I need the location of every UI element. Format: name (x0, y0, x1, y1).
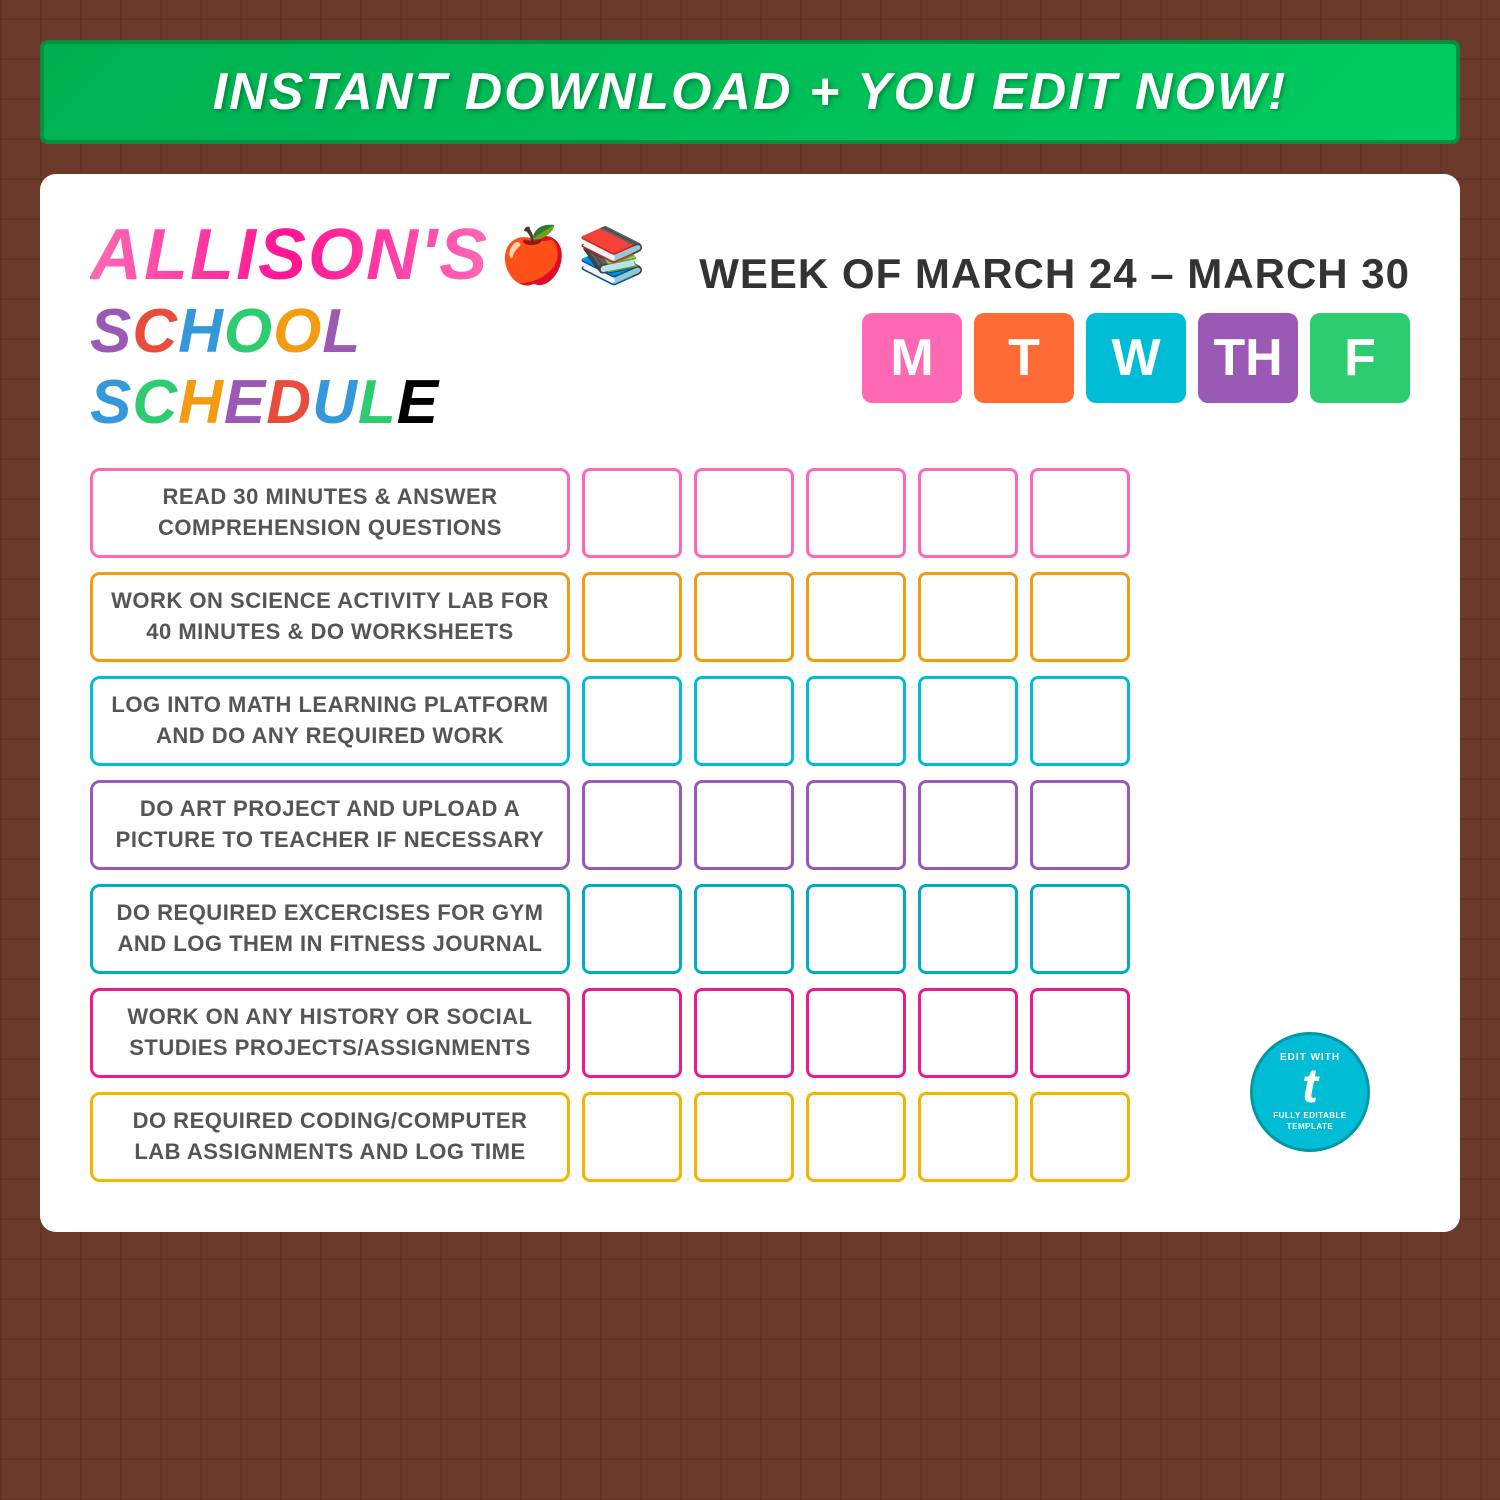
checkbox-6-fri[interactable] (1030, 988, 1130, 1078)
schedule-row-2: WORK ON SCIENCE ACTIVITY LAB FOR 40 MINU… (90, 572, 1410, 662)
schedule-row-4: DO ART PROJECT AND UPLOAD A PICTURE TO T… (90, 780, 1410, 870)
checkbox-2-thu[interactable] (918, 572, 1018, 662)
school-schedule-title: SCHOOL SCHEDULE (90, 296, 699, 438)
task-label-4: DO ART PROJECT AND UPLOAD A PICTURE TO T… (90, 780, 570, 870)
day-monday: M (862, 313, 962, 403)
checkbox-5-tue[interactable] (694, 884, 794, 974)
schedule-grid: READ 30 MINUTES & ANSWER COMPREHENSION Q… (90, 468, 1410, 1182)
checkbox-7-wed[interactable] (806, 1092, 906, 1182)
checkbox-5-thu[interactable] (918, 884, 1018, 974)
checkbox-2-wed[interactable] (806, 572, 906, 662)
templett-badge: EDIT WITH t FULLY EDITABLETEMPLATE (1250, 1032, 1370, 1152)
checkbox-3-fri[interactable] (1030, 676, 1130, 766)
checkbox-1-fri[interactable] (1030, 468, 1130, 558)
checkboxes-2 (582, 572, 1410, 662)
day-headers: M T W TH F (862, 313, 1410, 403)
checkboxes-1 (582, 468, 1410, 558)
checkbox-6-mon[interactable] (582, 988, 682, 1078)
day-wednesday: W (1086, 313, 1186, 403)
checkboxes-4 (582, 780, 1410, 870)
checkbox-3-mon[interactable] (582, 676, 682, 766)
promo-banner: INSTANT DOWNLOAD + YOU EDIT NOW! (40, 40, 1460, 144)
checkbox-7-fri[interactable] (1030, 1092, 1130, 1182)
apple-icon: 🍎 (499, 223, 567, 288)
banner-text: INSTANT DOWNLOAD + YOU EDIT NOW! (44, 62, 1456, 122)
checkbox-3-thu[interactable] (918, 676, 1018, 766)
checkbox-3-wed[interactable] (806, 676, 906, 766)
header-row: ALLISON'S 🍎 📚 SCHOOL SCHEDULE WEEK OF MA… (90, 214, 1410, 438)
checkbox-7-tue[interactable] (694, 1092, 794, 1182)
checkbox-1-mon[interactable] (582, 468, 682, 558)
week-section: WEEK OF MARCH 24 – MARCH 30 M T W TH F (699, 250, 1410, 403)
allisons-line: ALLISON'S 🍎 📚 (90, 214, 646, 296)
checkbox-5-fri[interactable] (1030, 884, 1130, 974)
checkbox-4-thu[interactable] (918, 780, 1018, 870)
day-tuesday: T (974, 313, 1074, 403)
checkbox-2-tue[interactable] (694, 572, 794, 662)
checkbox-4-tue[interactable] (694, 780, 794, 870)
checkboxes-5 (582, 884, 1410, 974)
checkbox-5-wed[interactable] (806, 884, 906, 974)
task-label-7: DO REQUIRED CODING/COMPUTER LAB ASSIGNME… (90, 1092, 570, 1182)
badge-t-letter: t (1302, 1063, 1318, 1111)
checkbox-4-fri[interactable] (1030, 780, 1130, 870)
task-label-6: WORK ON ANY HISTORY OR SOCIAL STUDIES PR… (90, 988, 570, 1078)
day-thursday: TH (1198, 313, 1298, 403)
main-card: ALLISON'S 🍎 📚 SCHOOL SCHEDULE WEEK OF MA… (40, 174, 1460, 1232)
checkbox-1-thu[interactable] (918, 468, 1018, 558)
task-label-1: READ 30 MINUTES & ANSWER COMPREHENSION Q… (90, 468, 570, 558)
title-block: ALLISON'S 🍎 📚 SCHOOL SCHEDULE (90, 214, 699, 438)
student-name: ALLISON'S (90, 214, 489, 296)
day-friday: F (1310, 313, 1410, 403)
checkbox-4-wed[interactable] (806, 780, 906, 870)
checkbox-7-thu[interactable] (918, 1092, 1018, 1182)
schedule-row-6: WORK ON ANY HISTORY OR SOCIAL STUDIES PR… (90, 988, 1410, 1078)
schedule-row-7: DO REQUIRED CODING/COMPUTER LAB ASSIGNME… (90, 1092, 1410, 1182)
week-of-text: WEEK OF MARCH 24 – MARCH 30 (699, 250, 1410, 298)
checkbox-6-thu[interactable] (918, 988, 1018, 1078)
badge-tagline: FULLY EDITABLETEMPLATE (1273, 1111, 1347, 1132)
checkbox-5-mon[interactable] (582, 884, 682, 974)
checkboxes-3 (582, 676, 1410, 766)
checkbox-2-fri[interactable] (1030, 572, 1130, 662)
checkbox-2-mon[interactable] (582, 572, 682, 662)
schedule-row-1: READ 30 MINUTES & ANSWER COMPREHENSION Q… (90, 468, 1410, 558)
books-icon: 📚 (578, 223, 646, 288)
schedule-row-5: DO REQUIRED EXCERCISES FOR GYM AND LOG T… (90, 884, 1410, 974)
checkbox-1-wed[interactable] (806, 468, 906, 558)
task-label-2: WORK ON SCIENCE ACTIVITY LAB FOR 40 MINU… (90, 572, 570, 662)
schedule-row-3: LOG INTO MATH LEARNING PLATFORM AND DO A… (90, 676, 1410, 766)
checkbox-7-mon[interactable] (582, 1092, 682, 1182)
checkbox-1-tue[interactable] (694, 468, 794, 558)
checkbox-6-wed[interactable] (806, 988, 906, 1078)
task-label-3: LOG INTO MATH LEARNING PLATFORM AND DO A… (90, 676, 570, 766)
checkbox-4-mon[interactable] (582, 780, 682, 870)
task-label-5: DO REQUIRED EXCERCISES FOR GYM AND LOG T… (90, 884, 570, 974)
checkbox-6-tue[interactable] (694, 988, 794, 1078)
checkbox-3-tue[interactable] (694, 676, 794, 766)
